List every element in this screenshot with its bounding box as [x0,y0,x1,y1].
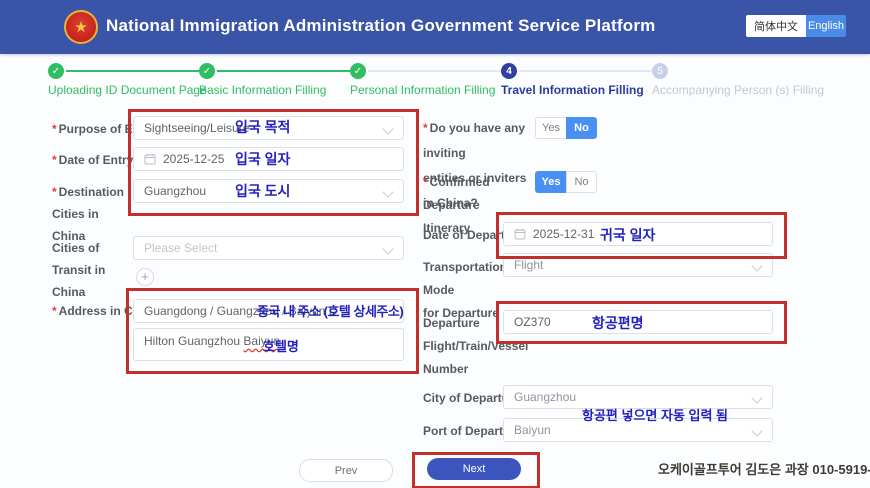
city-of-departure-value: Guangzhou [514,390,577,404]
inviting-yes-button[interactable]: Yes [535,117,566,139]
date-of-departure-input[interactable]: 2025-12-31 [503,222,773,246]
chevron-down-icon [751,425,763,437]
port-of-departure-value: Baiyun [514,423,551,437]
confirmed-no-button[interactable]: No [566,171,597,193]
app-header: ★ National Immigration Administration Go… [0,0,870,54]
prev-button[interactable]: Prev [299,459,393,482]
destination-cities-select[interactable]: Guangzhou [133,179,404,203]
cities-of-transit-select[interactable]: Please Select [133,236,404,260]
required-asterisk: * [52,122,57,136]
step-connector-3 [368,70,501,72]
destination-cities-value: Guangzhou [144,184,207,198]
required-asterisk: * [52,153,57,167]
inviting-entities-toggle: Yes No [535,117,597,139]
hotel-name-input[interactable]: Hilton Guangzhou Baiyun [133,328,404,361]
chevron-down-icon [382,243,394,255]
chevron-down-icon [382,123,394,135]
hotel-name-misspelled-word: Baiyun [243,334,281,348]
step-connector-2 [217,70,350,72]
step-label-uploading-id: Uploading ID Document Page [48,83,207,97]
transportation-mode-select[interactable]: Flight [503,253,773,277]
immigration-form-page: ★ National Immigration Administration Go… [0,0,870,488]
required-asterisk: * [423,175,428,189]
chevron-down-icon [382,186,394,198]
step-connector-1 [66,70,199,72]
date-of-entry-input[interactable]: 2025-12-25 [133,147,404,171]
language-english-button[interactable]: English [806,15,846,37]
calendar-icon [144,154,156,165]
next-button[interactable]: Next [427,458,521,480]
flight-number-value: OZ370 [514,315,551,329]
annotation-contact-info: 오케이골프투어 김도은 과장 010-5919-8437 [658,462,870,477]
inviting-no-button[interactable]: No [566,117,597,139]
chevron-down-icon [751,260,763,272]
city-of-departure-select[interactable]: Guangzhou [503,385,773,409]
address-in-china-value: Guangdong / Guangzhou / Baiyun D [144,304,338,318]
date-of-entry-label: * Date of Entry [52,153,134,167]
chevron-down-icon [751,392,763,404]
calendar-icon [514,229,526,240]
port-of-departure-select[interactable]: Baiyun [503,418,773,442]
page-title: National Immigration Administration Gove… [106,16,656,35]
language-chinese-button[interactable]: 简体中文 [746,15,806,37]
cities-of-transit-label: Cities of Transit in China [52,241,106,299]
national-emblem-icon: ★ [64,10,98,44]
confirmed-yes-button[interactable]: Yes [535,171,566,193]
purpose-of-entry-value: Sightseeing/Leisure [144,121,250,135]
step-2-check-icon[interactable]: ✓ [199,63,215,79]
transportation-mode-value: Flight [514,258,544,272]
date-of-entry-value: 2025-12-25 [163,152,225,166]
step-label-accompanying: Accompanying Person (s) Filling [652,83,825,97]
step-label-travel-info: Travel Information Filling [501,83,644,97]
step-label-basic-info: Basic Information Filling [199,83,327,97]
add-transit-city-button[interactable]: + [136,268,154,286]
cities-of-transit-placeholder: Please Select [144,241,218,255]
date-of-departure-value: 2025-12-31 [533,227,595,241]
required-asterisk: * [52,185,57,199]
step-1-check-icon[interactable]: ✓ [48,63,64,79]
step-label-personal-info: Personal Information Filling [350,83,496,97]
hotel-name-value: Hilton Guangzhou [144,334,241,348]
step-connector-4 [519,70,652,72]
step-3-check-icon[interactable]: ✓ [350,63,366,79]
step-4-circle[interactable]: 4 [501,63,517,79]
address-in-china-input[interactable]: Guangdong / Guangzhou / Baiyun D [133,299,404,323]
purpose-of-entry-select[interactable]: Sightseeing/Leisure [133,116,404,140]
confirmed-itinerary-toggle: Yes No [535,171,597,193]
required-asterisk: * [52,304,57,318]
required-asterisk: * [423,121,428,135]
step-5-circle: 5 [652,63,668,79]
flight-number-input[interactable]: OZ370 [503,310,773,334]
